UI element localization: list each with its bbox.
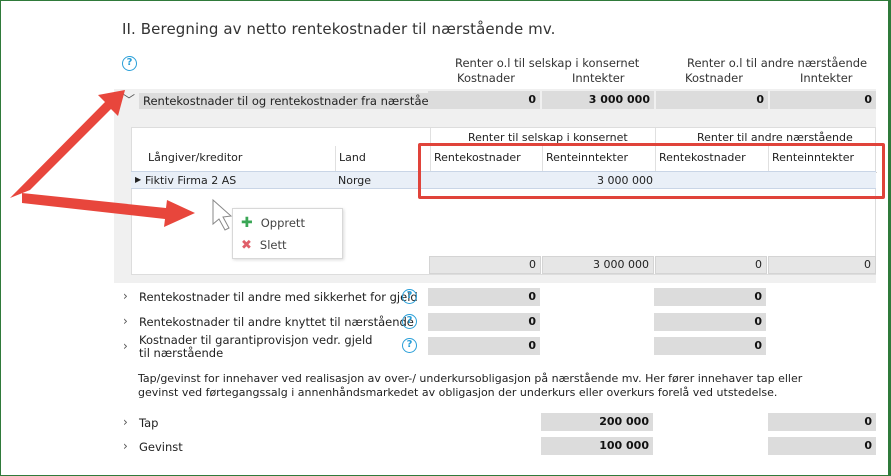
chevron-right-icon[interactable]: ›	[123, 289, 128, 303]
section-3-value-1: 0	[428, 337, 540, 355]
section-1-value-1: 0	[428, 288, 540, 306]
section-label-2[interactable]: Rentekostnader til andre knyttet til nær…	[139, 315, 414, 329]
mouse-cursor-icon	[212, 198, 233, 231]
info-paragraph: Tap/gevinst for innehaver ved realisasjo…	[138, 372, 803, 399]
help-icon[interactable]: ?	[402, 314, 417, 329]
annotation-arrows	[10, 90, 233, 231]
section-1-value-2: 0	[654, 288, 766, 306]
chevron-right-icon[interactable]: ›	[123, 439, 128, 453]
loss-value-2: 0	[768, 413, 876, 431]
chevron-right-icon[interactable]: ›	[123, 415, 128, 429]
loss-value-1: 200 000	[541, 413, 653, 431]
arrow-up-icon	[10, 90, 125, 198]
section-label-1[interactable]: Rentekostnader til andre med sikkerhet f…	[139, 290, 418, 304]
section-3-value-2: 0	[654, 337, 766, 355]
section-2-value-2: 0	[654, 313, 766, 331]
gain-value-2: 0	[768, 437, 876, 455]
chevron-right-icon[interactable]: ›	[123, 339, 128, 353]
help-icon[interactable]: ?	[402, 338, 417, 353]
gain-label-loss[interactable]: Tap	[139, 416, 158, 430]
gain-value-1: 100 000	[541, 437, 653, 455]
gain-label-gain[interactable]: Gevinst	[139, 440, 183, 454]
help-icon[interactable]: ?	[402, 289, 417, 304]
section-label-3[interactable]: Kostnader til garantiprovisjon vedr. gje…	[139, 334, 379, 360]
chevron-right-icon[interactable]: ›	[123, 314, 128, 328]
arrow-right-icon	[22, 193, 195, 227]
section-2-value-1: 0	[428, 313, 540, 331]
